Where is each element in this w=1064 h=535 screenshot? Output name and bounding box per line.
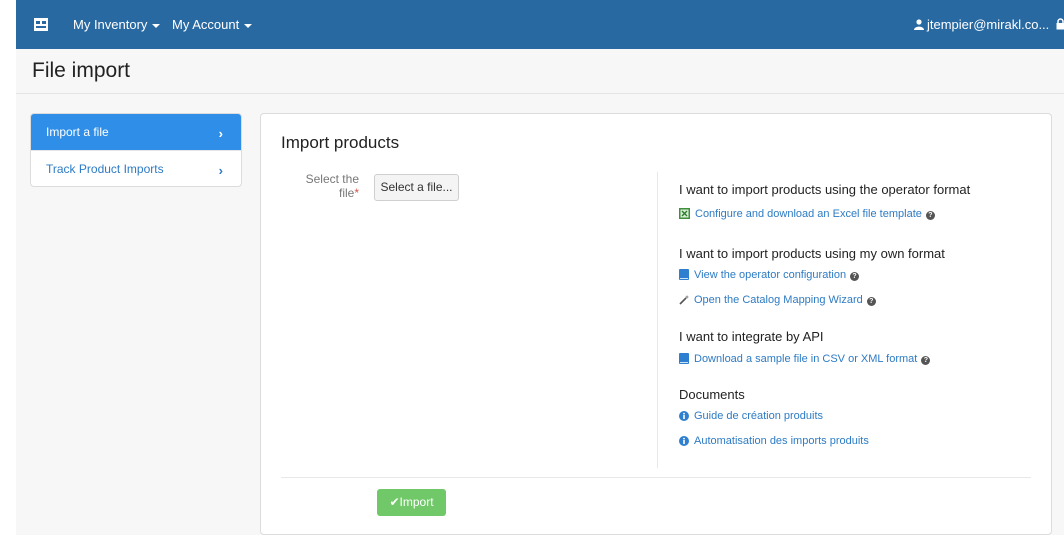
chevron-right-icon: ›: [218, 163, 223, 178]
user-icon: [914, 19, 924, 30]
chevron-down-icon: [152, 23, 161, 28]
section-title-documents: Documents: [679, 387, 745, 402]
help-icon[interactable]: ?: [866, 297, 876, 306]
menu-my-account[interactable]: My Account: [172, 17, 253, 32]
chevron-down-icon: [244, 23, 253, 28]
info-icon: [679, 436, 689, 446]
excel-icon: [679, 208, 690, 219]
vertical-divider: [657, 172, 658, 468]
chevron-right-icon: ›: [218, 126, 223, 141]
section-title-operator-format: I want to import products using the oper…: [679, 182, 971, 197]
import-panel: Import products Select the file* Select …: [260, 113, 1052, 535]
link-configure-excel-template[interactable]: Configure and download an Excel file tem…: [679, 208, 935, 220]
sidebar-item-track-product-imports[interactable]: Track Product Imports ›: [31, 150, 241, 186]
link-view-operator-configuration[interactable]: View the operator configuration?: [679, 269, 860, 281]
select-file-label-text: Select the file: [305, 172, 359, 200]
help-icon[interactable]: ?: [925, 211, 935, 220]
link-download-sample-file[interactable]: Download a sample file in CSV or XML for…: [679, 353, 931, 365]
link-label: Configure and download an Excel file tem…: [695, 208, 922, 220]
menu-my-inventory-label: My Inventory: [73, 17, 148, 32]
import-button[interactable]: ✔Import: [377, 489, 446, 516]
page-title: File import: [32, 59, 131, 82]
info-icon: [679, 411, 689, 421]
sidebar-item-label: Track Product Imports: [46, 162, 164, 176]
book-icon: [679, 353, 689, 364]
lock-icon[interactable]: [1056, 18, 1064, 30]
check-icon: ✔: [389, 495, 400, 509]
select-file-button[interactable]: Select a file...: [374, 174, 459, 201]
top-navbar: My Inventory My Account jtempier@mirakl.…: [16, 0, 1064, 49]
sidebar-item-import-a-file[interactable]: Import a file ›: [31, 114, 241, 150]
panel-title: Import products: [281, 133, 400, 152]
user-email: jtempier@mirakl.co...: [927, 17, 1050, 32]
page-header: File import: [16, 49, 1064, 94]
link-label: Download a sample file in CSV or XML for…: [694, 353, 918, 365]
wand-icon: [679, 295, 689, 305]
sidebar: Import a file › Track Product Imports ›: [30, 113, 242, 187]
menu-my-inventory[interactable]: My Inventory: [73, 17, 161, 32]
horizontal-divider: [281, 477, 1031, 478]
user-menu[interactable]: jtempier@mirakl.co...: [914, 17, 1049, 32]
link-open-catalog-mapping-wizard[interactable]: Open the Catalog Mapping Wizard?: [679, 294, 876, 306]
link-guide-creation-produits[interactable]: Guide de création produits: [679, 410, 823, 422]
required-marker: *: [354, 186, 359, 200]
help-icon[interactable]: ?: [921, 356, 931, 365]
link-label: Guide de création produits: [694, 410, 824, 422]
select-file-label: Select the file*: [289, 172, 359, 200]
link-label: Automatisation des imports produits: [694, 435, 869, 447]
book-icon: [679, 269, 689, 280]
sidebar-item-label: Import a file: [46, 125, 109, 139]
help-icon[interactable]: ?: [850, 272, 860, 281]
link-label: Open the Catalog Mapping Wizard: [694, 294, 863, 306]
app-logo-icon[interactable]: [34, 18, 48, 31]
menu-my-account-label: My Account: [172, 17, 240, 32]
section-title-api: I want to integrate by API: [679, 329, 824, 344]
link-automatisation-imports[interactable]: Automatisation des imports produits: [679, 435, 869, 447]
link-label: View the operator configuration: [694, 269, 847, 281]
section-title-own-format: I want to import products using my own f…: [679, 246, 945, 261]
import-button-label: Import: [399, 495, 434, 509]
